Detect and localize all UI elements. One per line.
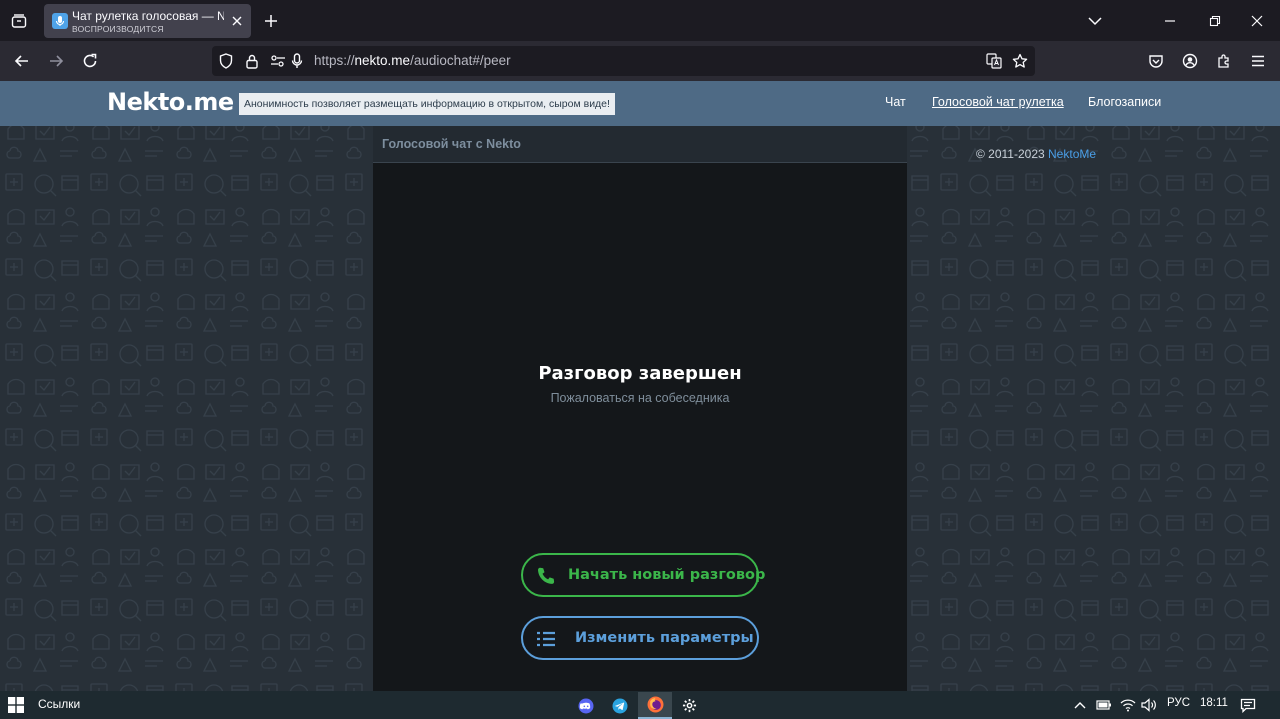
windows-taskbar: Ссылки РУС 18:11 xyxy=(0,691,1280,719)
restore-icon xyxy=(1209,15,1221,27)
web-page: Nekto.me Анонимность позволяет размещать… xyxy=(0,81,1280,691)
back-icon xyxy=(14,55,28,67)
address-bar[interactable]: https://nekto.me/audiochat#/peer xyxy=(212,46,1035,76)
site-header: Nekto.me Анонимность позволяет размещать… xyxy=(0,81,1280,126)
notification-icon xyxy=(1240,698,1256,713)
battery-icon xyxy=(1096,700,1111,710)
site-security-button[interactable] xyxy=(244,53,260,69)
account-button[interactable] xyxy=(1177,48,1203,74)
taskbar-app-settings[interactable] xyxy=(672,692,706,719)
chevron-down-icon xyxy=(1088,17,1102,26)
change-parameters-label: Изменить параметры xyxy=(575,630,754,646)
tab-playing-status: ВОСПРОИЗВОДИТСЯ xyxy=(72,24,164,34)
show-hidden-icons-button[interactable] xyxy=(1074,697,1086,713)
permissions-icon xyxy=(271,55,285,67)
voice-chat-panel: Голосовой чат с Nekto Разговор завершен … xyxy=(373,126,907,691)
lock-icon xyxy=(246,54,258,69)
extensions-button[interactable] xyxy=(1211,48,1237,74)
system-clock[interactable]: 18:11 xyxy=(1200,697,1228,709)
extensions-icon xyxy=(1218,54,1229,68)
discord-icon xyxy=(578,698,594,713)
bookmark-button[interactable] xyxy=(1012,53,1028,69)
forward-button[interactable] xyxy=(43,48,69,74)
microphone-icon xyxy=(291,53,303,68)
menu-icon xyxy=(1252,55,1264,67)
close-window-icon xyxy=(1251,15,1263,27)
star-icon xyxy=(1012,53,1028,68)
new-tab-button[interactable] xyxy=(258,8,284,34)
list-settings-icon xyxy=(535,628,557,650)
start-new-conversation-label: Начать новый разговор xyxy=(568,567,766,583)
network-status[interactable] xyxy=(1120,697,1136,713)
close-window-button[interactable] xyxy=(1242,8,1272,34)
site-slogan: Анонимность позволяет размещать информац… xyxy=(239,93,615,115)
minimize-button[interactable] xyxy=(1155,8,1185,34)
back-button[interactable] xyxy=(9,48,35,74)
report-partner-link[interactable]: Пожаловаться на собеседника xyxy=(373,391,907,405)
close-icon xyxy=(232,16,242,26)
tab-title: Чат рулетка голосовая — Nekto xyxy=(72,9,224,23)
windows-start-icon[interactable] xyxy=(8,697,24,713)
pocket-icon xyxy=(1149,55,1163,68)
microphone-favicon-icon xyxy=(52,13,68,29)
firefox-icon xyxy=(647,696,663,713)
chevron-up-icon xyxy=(1074,702,1086,709)
microphone-sharing-button[interactable] xyxy=(289,53,305,69)
forward-icon xyxy=(50,55,64,67)
conversation-ended-title: Разговор завершен xyxy=(538,363,742,384)
phone-icon xyxy=(535,565,557,587)
pocket-button[interactable] xyxy=(1143,48,1169,74)
site-logo[interactable]: Nekto.me xyxy=(107,88,234,116)
notification-center-button[interactable] xyxy=(1240,697,1256,713)
browser-tab-active[interactable]: Чат рулетка голосовая — Nekto ВОСПРОИЗВО… xyxy=(44,4,251,38)
navigation-toolbar: https://nekto.me/audiochat#/peer xyxy=(0,41,1280,81)
nav-link-blog[interactable]: Блогозаписи xyxy=(1088,95,1161,109)
list-tabs-dropdown-button[interactable] xyxy=(1080,8,1110,34)
taskbar-app-discord[interactable] xyxy=(569,692,603,719)
speaker-icon xyxy=(1141,698,1156,712)
tracking-protection-button[interactable] xyxy=(218,53,234,69)
list-all-tabs-icon xyxy=(11,14,27,28)
url-prefix: https:// xyxy=(314,53,355,68)
copyright-years: © 2011-2023 xyxy=(976,147,1045,161)
close-tab-button[interactable] xyxy=(229,13,245,29)
start-new-conversation-button[interactable]: Начать новый разговор xyxy=(521,553,765,597)
reload-button[interactable] xyxy=(77,48,103,74)
links-toolbar[interactable]: Ссылки xyxy=(38,697,80,711)
volume-control[interactable] xyxy=(1141,697,1157,713)
translate-icon xyxy=(986,53,1002,69)
nav-link-chat[interactable]: Чат xyxy=(885,95,906,109)
copyright-link[interactable]: NektoMe xyxy=(1048,147,1096,161)
permissions-button[interactable] xyxy=(270,53,286,69)
url-path: /audiochat#/peer xyxy=(410,53,511,68)
url-host: nekto.me xyxy=(354,53,411,68)
taskbar-app-firefox[interactable] xyxy=(638,692,672,719)
shield-icon xyxy=(219,53,233,69)
change-parameters-button[interactable]: Изменить параметры xyxy=(521,616,759,660)
panel-header: Голосовой чат с Nekto xyxy=(373,126,907,163)
battery-status[interactable] xyxy=(1096,697,1112,713)
telegram-icon xyxy=(612,698,628,713)
copyright-notice: © 2011-2023 NektoMe xyxy=(976,147,1096,161)
account-icon xyxy=(1182,53,1198,69)
reload-icon xyxy=(83,53,97,68)
wifi-icon xyxy=(1120,699,1136,712)
plus-icon xyxy=(265,15,277,27)
settings-icon xyxy=(682,698,696,713)
restore-button[interactable] xyxy=(1200,8,1230,34)
taskbar-app-telegram[interactable] xyxy=(603,692,637,719)
translate-button[interactable] xyxy=(986,53,1002,69)
tab-strip: Чат рулетка голосовая — Nekto ВОСПРОИЗВО… xyxy=(0,0,1280,41)
panel-title: Голосовой чат с Nekto xyxy=(382,137,521,151)
list-all-tabs-button[interactable] xyxy=(6,8,32,34)
input-language[interactable]: РУС xyxy=(1167,697,1190,709)
nav-link-voice-chat[interactable]: Голосовой чат рулетка xyxy=(932,95,1064,109)
url-text[interactable]: https://nekto.me/audiochat#/peer xyxy=(314,53,511,68)
minimize-icon xyxy=(1165,20,1175,22)
application-menu-button[interactable] xyxy=(1245,48,1271,74)
